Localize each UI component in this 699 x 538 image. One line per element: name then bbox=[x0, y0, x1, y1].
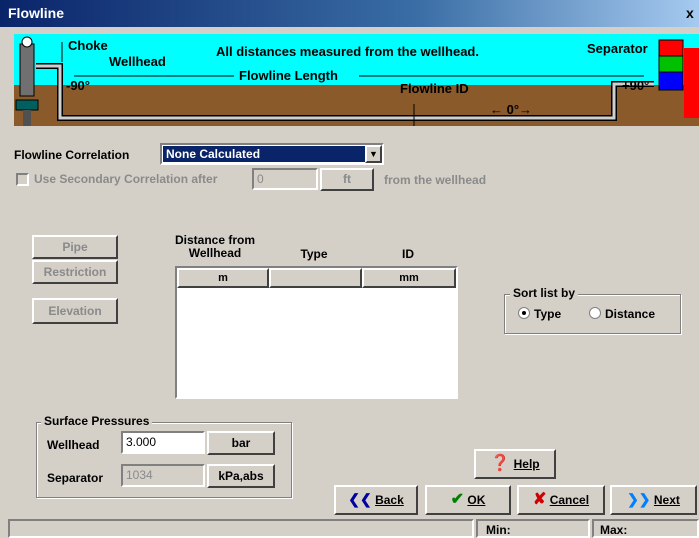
status-max-label: Max: bbox=[600, 523, 628, 537]
correlation-selected: None Calculated bbox=[163, 146, 366, 162]
next-button[interactable]: ❯❯ Next bbox=[610, 485, 697, 515]
unit-header-distance[interactable]: m bbox=[177, 268, 269, 288]
sort-legend: Sort list by bbox=[510, 286, 579, 300]
ok-button[interactable]: ✔ OK bbox=[425, 485, 511, 515]
wellhead-unit-button[interactable]: bar bbox=[207, 431, 275, 455]
column-header-type: Type bbox=[300, 247, 328, 261]
separator-unit-button[interactable]: kPa,abs bbox=[207, 464, 275, 488]
angle-right-label: +90° bbox=[622, 78, 650, 93]
next-label: Next bbox=[653, 493, 680, 507]
status-pane-main bbox=[8, 519, 474, 538]
flowline-diagram: Choke Wellhead All distances measured fr… bbox=[14, 34, 699, 126]
unit-header-id[interactable]: mm bbox=[362, 268, 456, 288]
dropdown-arrow-icon[interactable]: ▼ bbox=[365, 145, 382, 163]
column-header-id: ID bbox=[402, 247, 414, 261]
status-pane-max: Max: bbox=[592, 519, 699, 538]
restriction-button[interactable]: Restriction bbox=[32, 260, 118, 284]
sort-type-label: Type bbox=[534, 307, 562, 321]
back-button[interactable]: ❮❮ Back bbox=[334, 485, 418, 515]
wellhead-pressure-label: Wellhead bbox=[47, 438, 100, 452]
flowline-length-label: Flowline Length bbox=[239, 68, 338, 83]
sort-distance-radio[interactable]: Distance bbox=[589, 307, 655, 321]
segment-list[interactable]: m mm bbox=[175, 266, 458, 399]
pressures-legend: Surface Pressures bbox=[41, 414, 153, 428]
choke-label: Choke bbox=[68, 38, 108, 53]
status-min-label: Min: bbox=[486, 523, 511, 537]
secondary-correlation-label: Use Secondary Correlation after bbox=[34, 172, 218, 186]
radio-selected-icon[interactable] bbox=[518, 307, 530, 319]
help-label: Help bbox=[513, 457, 540, 471]
secondary-distance-input[interactable]: 0 bbox=[252, 168, 318, 190]
separator-pressure-label: Separator bbox=[47, 471, 104, 485]
wellhead-label: Wellhead bbox=[109, 54, 166, 69]
correlation-select[interactable]: None Calculated ▼ bbox=[160, 143, 384, 165]
close-button[interactable]: x bbox=[686, 5, 694, 21]
status-pane-min: Min: bbox=[476, 519, 590, 538]
secondary-suffix: from the wellhead bbox=[384, 173, 487, 187]
check-icon: ✔ bbox=[450, 491, 465, 508]
ok-label: OK bbox=[467, 493, 486, 507]
wellhead-pressure-input[interactable]: 3.000 bbox=[121, 431, 205, 454]
double-chevron-left-icon: ❮❮ bbox=[348, 491, 372, 507]
back-label: Back bbox=[375, 493, 404, 507]
column-header-distance: Distance from Wellhead bbox=[174, 233, 256, 260]
double-chevron-right-icon: ❯❯ bbox=[627, 491, 651, 507]
sort-distance-label: Distance bbox=[605, 307, 656, 321]
flowline-id-label: Flowline ID bbox=[400, 81, 469, 96]
sort-type-radio[interactable]: Type bbox=[518, 307, 561, 321]
window-title: Flowline bbox=[8, 5, 64, 21]
correlation-label: Flowline Correlation bbox=[14, 148, 130, 162]
secondary-unit-button[interactable]: ft bbox=[320, 168, 374, 191]
separator-label: Separator bbox=[587, 41, 648, 56]
cancel-label: Cancel bbox=[549, 493, 590, 507]
title-bar bbox=[0, 0, 699, 27]
separator-pressure-input[interactable]: 1034 bbox=[121, 464, 205, 487]
distance-note: All distances measured from the wellhead… bbox=[216, 44, 479, 59]
x-icon: ✘ bbox=[532, 491, 547, 508]
question-icon: ❓ bbox=[490, 455, 511, 472]
unit-header-type[interactable] bbox=[269, 268, 362, 288]
checkbox-icon[interactable] bbox=[16, 173, 29, 186]
angle-left-label: -90° bbox=[66, 78, 90, 93]
elevation-button[interactable]: Elevation bbox=[32, 298, 118, 324]
cancel-button[interactable]: ✘ Cancel bbox=[517, 485, 605, 515]
angle-mid-label: ← 0°→ bbox=[490, 102, 533, 117]
help-button[interactable]: ❓ Help bbox=[474, 449, 556, 479]
radio-unselected-icon[interactable] bbox=[589, 307, 601, 319]
pipe-button[interactable]: Pipe bbox=[32, 235, 118, 259]
